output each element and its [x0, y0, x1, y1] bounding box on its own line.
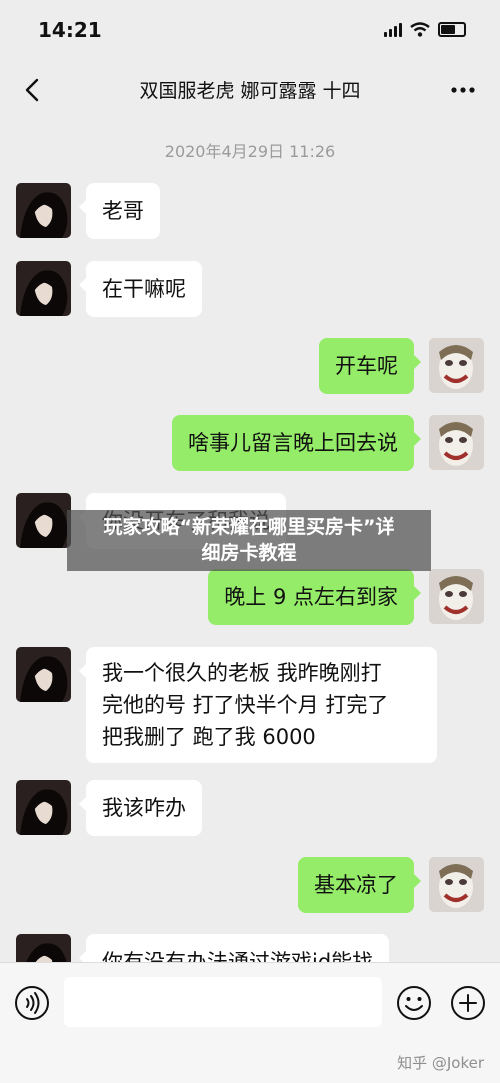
plus-icon[interactable]: [450, 985, 486, 1021]
overlay-title-line: 玩家攻略“新荣耀在哪里买房卡”详: [103, 516, 395, 538]
sent-message[interactable]: 晚上 9 点左右到家: [208, 569, 421, 625]
message-input[interactable]: [64, 977, 382, 1027]
sent-message[interactable]: 开车呢: [319, 338, 421, 394]
user-avatar[interactable]: [429, 338, 484, 393]
user-avatar[interactable]: [429, 415, 484, 470]
sent-message[interactable]: 基本凉了: [298, 857, 421, 913]
chat-input-bar: 知乎 @Joker: [0, 962, 500, 1083]
message-line: 我一个很久的老板 我昨晚刚打: [102, 661, 382, 685]
received-message[interactable]: 我一个很久的老板 我昨晚刚打 完他的号 打了快半个月 打完了 把我删了 跑了我 …: [79, 647, 437, 763]
message-line: 把我删了 跑了我 6000: [102, 725, 316, 749]
sent-message[interactable]: 啥事儿留言晚上回去说: [172, 415, 421, 471]
contact-avatar[interactable]: [16, 261, 71, 316]
wifi-icon: [410, 22, 430, 37]
status-time: 14:21: [38, 18, 102, 42]
voice-input-icon[interactable]: [14, 985, 50, 1021]
contact-avatar[interactable]: [16, 493, 71, 548]
received-message[interactable]: 在干嘛呢: [79, 261, 202, 317]
overlay-title-line: 细房卡教程: [201, 542, 297, 564]
battery-icon: [438, 22, 466, 37]
user-avatar[interactable]: [429, 569, 484, 624]
more-options-icon[interactable]: [448, 78, 478, 102]
chat-title: 双国服老虎 娜可露露 十四: [139, 80, 361, 102]
watermark: 知乎 @Joker: [397, 1054, 484, 1072]
signal-icon: [384, 22, 402, 37]
article-title-overlay: 玩家攻略“新荣耀在哪里买房卡”详 细房卡教程: [67, 510, 431, 571]
message-timestamp: 2020年4月29日 11:26: [164, 142, 336, 161]
received-message[interactable]: 我该咋办: [79, 780, 202, 836]
emoji-icon[interactable]: [396, 985, 432, 1021]
contact-avatar[interactable]: [16, 183, 71, 238]
received-message[interactable]: 老哥: [79, 183, 160, 239]
chat-header: 双国服老虎 娜可露露 十四: [0, 62, 500, 118]
user-avatar[interactable]: [429, 857, 484, 912]
contact-avatar[interactable]: [16, 647, 71, 702]
contact-avatar[interactable]: [16, 780, 71, 835]
status-bar: 14:21: [0, 0, 500, 62]
message-line: 完他的号 打了快半个月 打完了: [102, 693, 389, 717]
overlay-title: 玩家攻略“新荣耀在哪里买房卡”详 细房卡教程: [67, 514, 431, 566]
status-icons: [384, 22, 466, 37]
